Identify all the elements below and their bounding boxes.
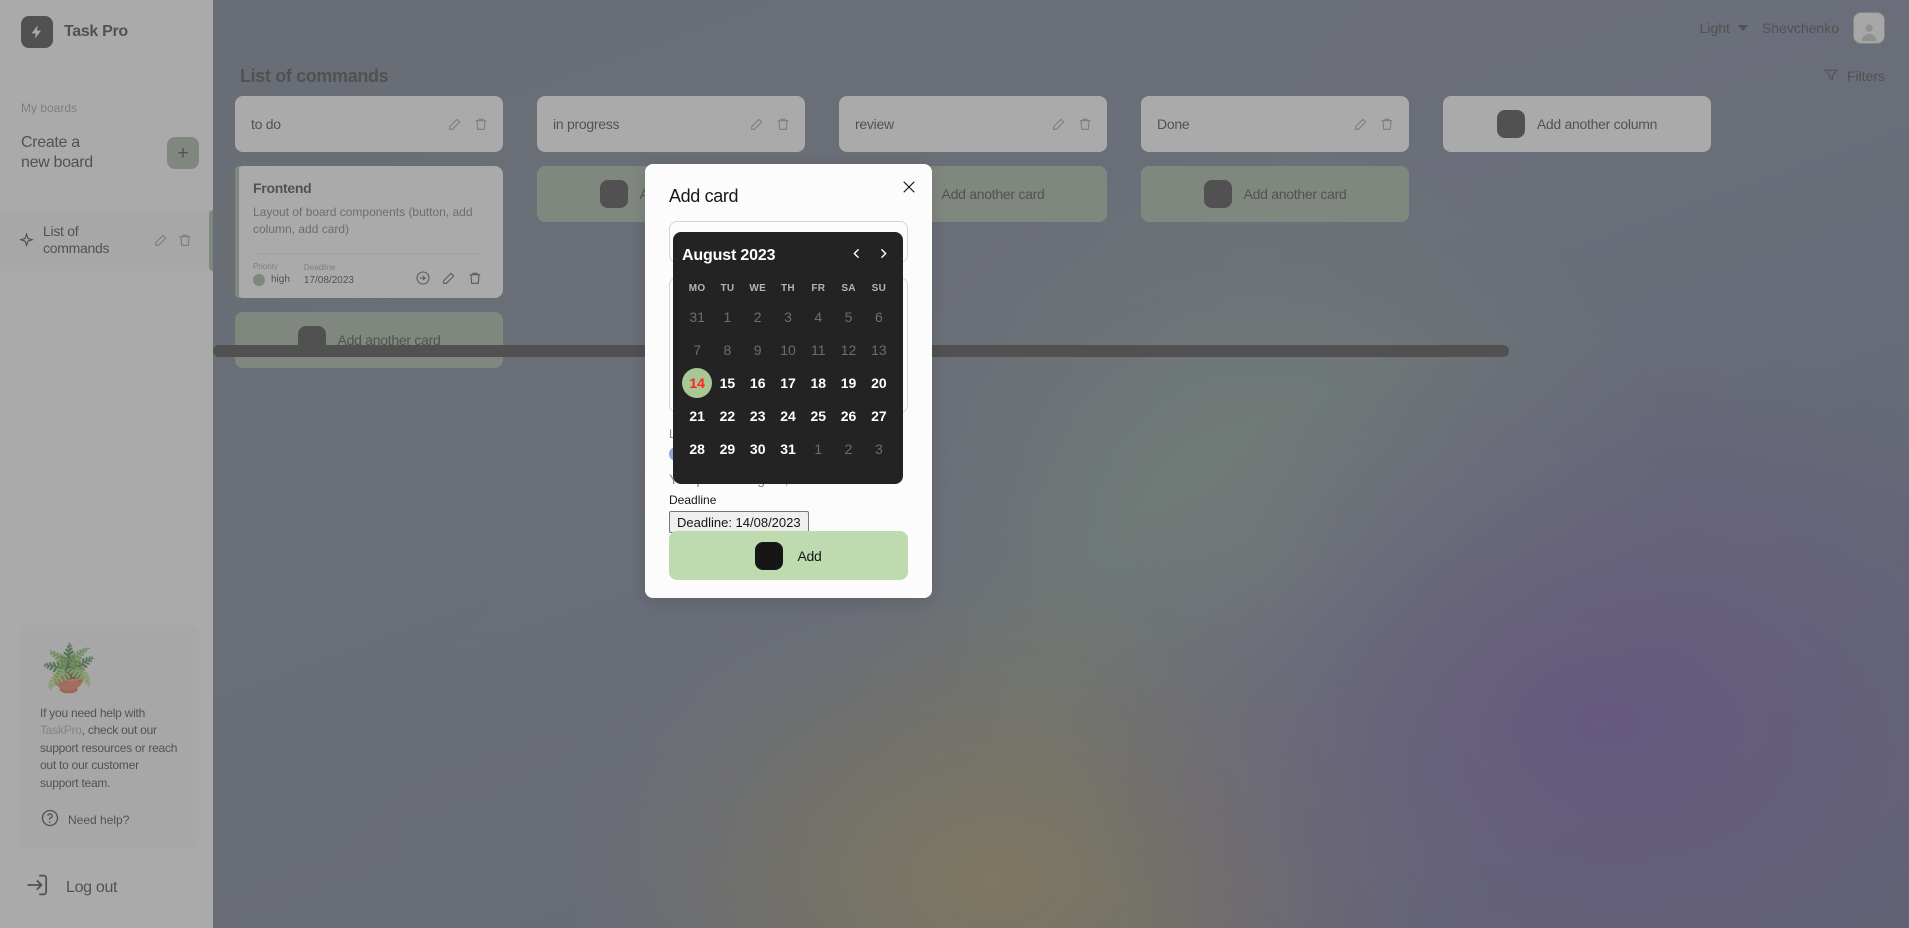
calendar-day[interactable]: 31 <box>773 432 803 465</box>
calendar-day[interactable]: 5 <box>833 300 863 333</box>
app-root: Task Pro My boards Create anew board + L… <box>0 0 1909 928</box>
calendar-day[interactable]: 9 <box>743 333 773 366</box>
calendar-day[interactable]: 27 <box>864 399 894 432</box>
calendar-day[interactable]: 17 <box>773 366 803 399</box>
calendar-day[interactable]: 25 <box>803 399 833 432</box>
calendar-day[interactable]: 16 <box>743 366 773 399</box>
calendar-day-name: MO <box>688 282 706 294</box>
calendar-day[interactable]: 4 <box>803 300 833 333</box>
calendar-day-selected[interactable]: 14 <box>682 366 713 399</box>
modal-overlay[interactable] <box>0 0 1909 928</box>
calendar-day[interactable]: 1 <box>803 432 833 465</box>
calendar-day[interactable]: 21 <box>682 399 712 432</box>
calendar-day[interactable]: 2 <box>833 432 863 465</box>
calendar-day[interactable]: 11 <box>803 333 833 366</box>
calendar-day-name: TU <box>720 282 735 294</box>
calendar-day[interactable]: 1 <box>712 300 742 333</box>
chevron-left-icon[interactable] <box>850 247 863 265</box>
close-x-icon[interactable] <box>900 178 918 196</box>
calendar-day[interactable]: 3 <box>773 300 803 333</box>
calendar-day-name: WE <box>749 282 767 294</box>
calendar-day[interactable]: 23 <box>743 399 773 432</box>
calendar-day[interactable]: 18 <box>803 366 833 399</box>
plus-icon: + <box>755 541 784 570</box>
calendar-day[interactable]: 26 <box>833 399 863 432</box>
calendar-day[interactable]: 13 <box>864 333 894 366</box>
calendar-day-name: SA <box>841 282 856 294</box>
calendar-day[interactable]: 3 <box>864 432 894 465</box>
add-card-submit-button[interactable]: + Add <box>669 531 908 580</box>
calendar-header: August 2023 <box>682 242 894 270</box>
calendar-day[interactable]: 8 <box>712 333 742 366</box>
calendar-day[interactable]: 7 <box>682 333 712 366</box>
calendar-day[interactable]: 15 <box>712 366 742 399</box>
deadline-field-label: Deadline <box>669 493 717 507</box>
calendar-nav <box>850 247 894 265</box>
calendar-day-name: TH <box>781 282 795 294</box>
calendar-day[interactable]: 12 <box>833 333 863 366</box>
calendar-day-name: FR <box>811 282 826 294</box>
deadline-picker-button[interactable]: Deadline: 14/08/2023 <box>669 511 809 533</box>
calendar-day[interactable]: 29 <box>712 432 742 465</box>
chevron-right-icon[interactable] <box>877 247 890 265</box>
calendar-day[interactable]: 22 <box>712 399 742 432</box>
calendar-day[interactable]: 10 <box>773 333 803 366</box>
calendar-day[interactable]: 2 <box>743 300 773 333</box>
calendar-day[interactable]: 30 <box>743 432 773 465</box>
calendar-day-name: SU <box>871 282 887 294</box>
modal-title: Add card <box>669 186 739 206</box>
calendar-month-year: August 2023 <box>682 247 776 264</box>
calendar-day[interactable]: 6 <box>864 300 894 333</box>
calendar-day[interactable]: 20 <box>864 366 894 399</box>
calendar-grid: MO TU WE TH FR SA SU 31 1 2 3 4 5 6 7 8 9 10 11 12 13 14 15 16 1… <box>682 276 894 465</box>
calendar-day[interactable]: 31 <box>682 300 712 333</box>
calendar-day[interactable]: 19 <box>833 366 863 399</box>
add-card-submit-label: Add <box>797 547 822 564</box>
date-picker-calendar: August 2023 MO TU WE TH FR SA SU 31 1 2 3 4 5 6 7 8 9 10 1… <box>673 232 903 484</box>
calendar-day[interactable]: 28 <box>682 432 712 465</box>
calendar-day[interactable]: 24 <box>773 399 803 432</box>
